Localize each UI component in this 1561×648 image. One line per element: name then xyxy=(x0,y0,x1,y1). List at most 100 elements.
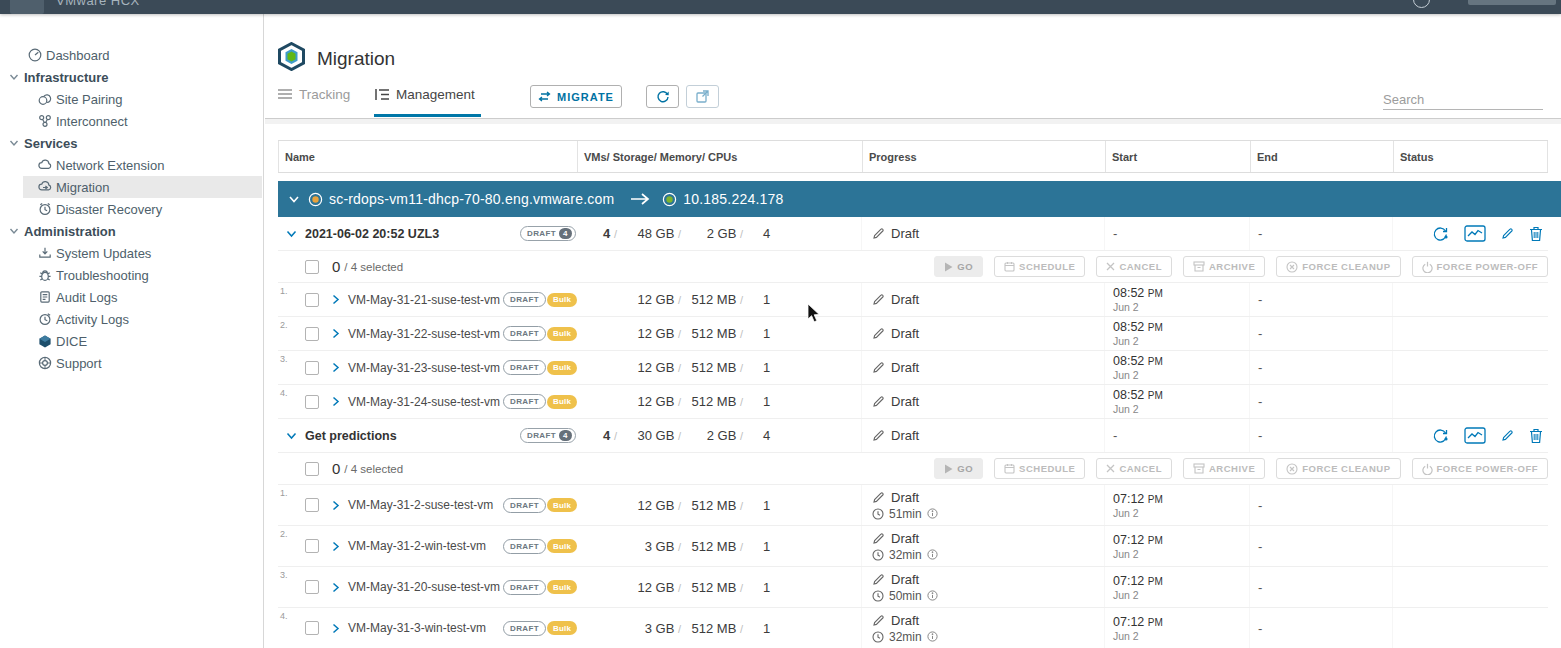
column-header-start[interactable]: Start xyxy=(1105,141,1250,172)
end-cell: - xyxy=(1250,283,1393,316)
user-menu[interactable] xyxy=(1468,0,1556,5)
sidebar-item-services[interactable]: Services xyxy=(0,132,263,154)
vm-checkbox[interactable] xyxy=(305,580,319,594)
activity-logs-icon xyxy=(38,312,52,326)
start-cell: 08:52 PMJun 2 xyxy=(1105,385,1250,418)
go-button[interactable]: GO xyxy=(934,256,983,277)
sidebar-item-system-updates[interactable]: System Updates xyxy=(0,242,263,264)
vm-row[interactable]: 4. VM-May-31-3-win-test-vm DRAFT Bulk 3 … xyxy=(278,608,1548,648)
table-header: NameVMs/ Storage/ Memory/ CPUsProgressSt… xyxy=(278,140,1548,173)
troubleshooting-icon xyxy=(38,268,52,282)
vm-checkbox[interactable] xyxy=(305,621,319,635)
sidebar-item-administration[interactable]: Administration xyxy=(0,220,263,242)
sidebar-item-activity-logs[interactable]: Activity Logs xyxy=(0,308,263,330)
force-cleanup-button[interactable]: FORCE CLEANUP xyxy=(1276,256,1400,277)
sidebar-item-dice[interactable]: DICE xyxy=(0,330,263,352)
sidebar-item-disaster-recovery[interactable]: Disaster Recovery xyxy=(0,198,263,220)
vm-checkbox[interactable] xyxy=(305,361,319,375)
select-all-checkbox[interactable] xyxy=(305,260,319,274)
system-updates-icon xyxy=(38,246,52,260)
archive-button[interactable]: ARCHIVE xyxy=(1183,256,1265,277)
search-box xyxy=(1383,90,1543,110)
vm-row[interactable]: 2. VM-May-31-22-suse-test-vm DRAFT Bulk … xyxy=(278,317,1548,351)
tab-management[interactable]: Management xyxy=(375,70,475,118)
sidebar-item-support[interactable]: Support xyxy=(0,352,263,374)
resync-icon[interactable] xyxy=(1432,428,1449,444)
vm-row[interactable]: 3. VM-May-31-23-suse-test-vm DRAFT Bulk … xyxy=(278,351,1548,385)
chart-icon[interactable] xyxy=(1464,427,1486,444)
source-site-icon xyxy=(308,192,323,207)
status-cell xyxy=(1393,567,1548,607)
group-row[interactable]: 2021-06-02 20:52 UZL3 DRAFT4 4 / 48 GB /… xyxy=(278,217,1548,251)
search-input[interactable] xyxy=(1383,90,1543,110)
selection-row: 0 / 4 selected GOSCHEDULECANCELARCHIVEFO… xyxy=(278,251,1548,283)
status-cell xyxy=(1393,608,1548,648)
sidebar-item-interconnect[interactable]: Interconnect xyxy=(0,110,263,132)
refresh-button[interactable] xyxy=(646,85,679,108)
vm-checkbox[interactable] xyxy=(305,327,319,341)
column-header-status[interactable]: Status xyxy=(1393,141,1548,172)
delete-icon[interactable] xyxy=(1529,226,1543,242)
migrate-button[interactable]: MIGRATE xyxy=(530,85,622,108)
column-header-end[interactable]: End xyxy=(1250,141,1393,172)
migration-icon xyxy=(38,180,52,194)
vm-row[interactable]: 1. VM-May-31-21-suse-test-vm DRAFT Bulk … xyxy=(278,283,1548,317)
app-logo[interactable] xyxy=(10,0,44,14)
status-cell xyxy=(1393,526,1548,566)
sidebar-item-network-extension[interactable]: Network Extension xyxy=(0,154,263,176)
end-cell: - xyxy=(1250,485,1393,525)
sidebar-item-migration[interactable]: Migration xyxy=(0,176,263,198)
edit-icon[interactable] xyxy=(1501,227,1514,240)
vm-checkbox[interactable] xyxy=(305,498,319,512)
vm-checkbox[interactable] xyxy=(305,293,319,307)
vm-checkbox[interactable] xyxy=(305,395,319,409)
status-cell xyxy=(1393,283,1548,316)
schedule-button[interactable]: SCHEDULE xyxy=(994,256,1085,277)
cancel-button[interactable]: CANCEL xyxy=(1096,458,1172,479)
vm-row[interactable]: 4. VM-May-31-24-suse-test-vm DRAFT Bulk … xyxy=(278,385,1548,419)
top-header-bar: VMware HCX xyxy=(0,0,1561,14)
dice-icon xyxy=(38,334,52,348)
network-extension-icon xyxy=(38,158,52,172)
delete-icon[interactable] xyxy=(1529,428,1543,444)
schedule-button[interactable]: SCHEDULE xyxy=(994,458,1085,479)
tab-tracking[interactable]: Tracking xyxy=(278,70,350,118)
column-header-vms[interactable]: VMs/ Storage/ Memory/ CPUs xyxy=(577,141,862,172)
chart-icon[interactable] xyxy=(1464,225,1486,242)
vm-name-cell: 2. VM-May-31-22-suse-test-vm DRAFT Bulk xyxy=(278,317,577,350)
cancel-button[interactable]: CANCEL xyxy=(1096,256,1172,277)
vm-row[interactable]: 3. VM-May-31-20-suse-test-vm DRAFT Bulk … xyxy=(278,567,1548,608)
group-end-cell: - xyxy=(1250,217,1393,250)
resync-icon[interactable] xyxy=(1432,226,1449,242)
column-header-progress[interactable]: Progress xyxy=(862,141,1105,172)
force-cleanup-button[interactable]: FORCE CLEANUP xyxy=(1276,458,1400,479)
edit-icon[interactable] xyxy=(1501,429,1514,442)
vm-row[interactable]: 1. VM-May-31-2-suse-test-vm DRAFT Bulk 1… xyxy=(278,485,1548,526)
go-button[interactable]: GO xyxy=(934,458,983,479)
external-link-icon xyxy=(696,90,709,103)
status-cell xyxy=(1393,485,1548,525)
vm-checkbox[interactable] xyxy=(305,539,319,553)
sidebar-item-troubleshooting[interactable]: Troubleshooting xyxy=(0,264,263,286)
draft-pill: DRAFT xyxy=(503,580,546,595)
vm-row[interactable]: 2. VM-May-31-2-win-test-vm DRAFT Bulk 3 … xyxy=(278,526,1548,567)
sidebar: DashboardInfrastructureSite PairingInter… xyxy=(0,14,264,648)
draft-badge: DRAFT4 xyxy=(520,428,576,443)
sidebar-item-audit-logs[interactable]: Audit Logs xyxy=(0,286,263,308)
column-header-name[interactable]: Name xyxy=(278,141,577,172)
group-vms-cell: 4 / 30 GB / 2 GB / 4 xyxy=(577,419,862,452)
open-external-button[interactable] xyxy=(686,85,719,108)
scroll-band xyxy=(265,119,1561,124)
force-power-off-button[interactable]: FORCE POWER-OFF xyxy=(1412,256,1548,277)
site-pair-header[interactable]: sc-rdops-vm11-dhcp-70-80.eng.vmware.com … xyxy=(278,181,1561,217)
force-power-off-button[interactable]: FORCE POWER-OFF xyxy=(1412,458,1548,479)
sidebar-item-infrastructure[interactable]: Infrastructure xyxy=(0,66,263,88)
sidebar-item-dashboard[interactable]: Dashboard xyxy=(0,44,263,66)
archive-button[interactable]: ARCHIVE xyxy=(1183,458,1265,479)
select-all-checkbox[interactable] xyxy=(305,462,319,476)
sidebar-item-site-pairing[interactable]: Site Pairing xyxy=(0,88,263,110)
help-icon[interactable] xyxy=(1413,0,1430,8)
vm-vms-cell: 3 GB / 512 MB / 1 xyxy=(577,526,862,566)
group-start-cell: - xyxy=(1105,217,1250,250)
group-row[interactable]: Get predictions DRAFT4 4 / 30 GB / 2 GB … xyxy=(278,419,1548,453)
